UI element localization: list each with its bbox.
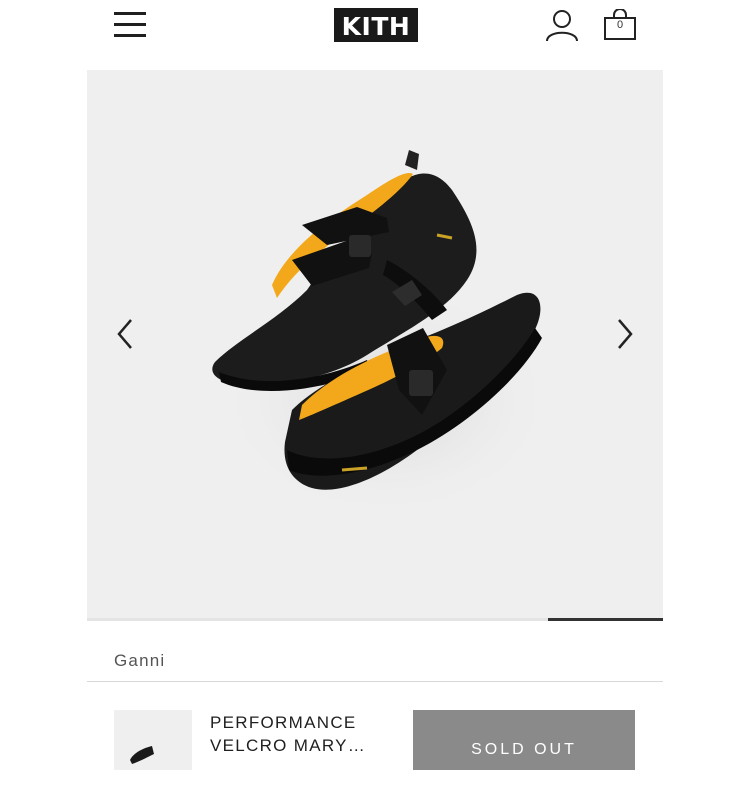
product-thumbnail xyxy=(114,710,192,770)
next-image-button[interactable] xyxy=(609,314,639,354)
header: KITH 0 xyxy=(0,0,750,70)
chevron-left-icon xyxy=(117,319,132,349)
hamburger-menu-icon[interactable] xyxy=(114,10,146,40)
product-title: PERFORMANCE VELCRO MARY… xyxy=(210,713,367,755)
product-image-gallery[interactable] xyxy=(87,70,663,618)
previous-image-button[interactable] xyxy=(111,314,141,354)
kith-logo[interactable]: KITH xyxy=(334,8,418,42)
divider xyxy=(87,681,663,682)
user-account-icon[interactable] xyxy=(545,8,579,42)
product-image xyxy=(212,150,557,520)
cart-count-badge: 0 xyxy=(616,19,624,31)
sold-out-button[interactable]: SOLD OUT xyxy=(413,710,635,770)
product-vendor[interactable]: Ganni xyxy=(114,651,165,671)
chevron-right-icon xyxy=(618,319,633,349)
gallery-progress-fill xyxy=(548,618,663,621)
gallery-progress-track xyxy=(87,618,663,621)
shopping-bag-button[interactable]: 0 xyxy=(602,8,638,41)
